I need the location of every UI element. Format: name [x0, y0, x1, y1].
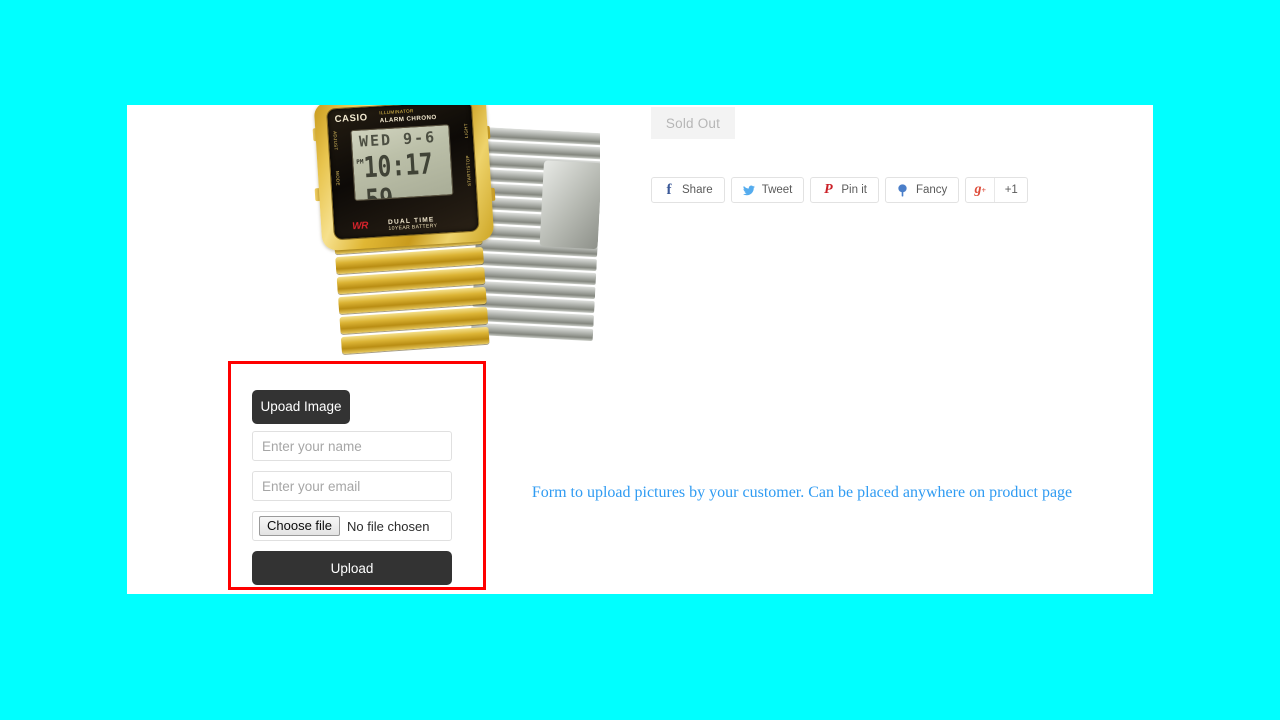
share-twitter-label: Tweet	[761, 184, 793, 196]
share-google-plus-button[interactable]: g + +1	[965, 177, 1029, 203]
share-pinterest-button[interactable]: P Pin it	[810, 177, 879, 203]
share-fancy-button[interactable]: Fancy	[884, 177, 960, 203]
upload-submit-button[interactable]: Upload	[252, 551, 452, 585]
watch-photo: CASIO ILLUMINATOR ALARM CHRONO WED 9-6 P…	[300, 105, 600, 357]
watch-lcd-date: WED 9-6	[358, 127, 437, 151]
watch-clasp	[539, 160, 600, 250]
watch-illuminator-label: ILLUMINATOR	[379, 108, 414, 116]
watch-mode-label: MODE	[334, 170, 341, 186]
share-facebook-button[interactable]: f Share	[651, 177, 725, 203]
share-facebook-label: Share	[682, 184, 713, 196]
upload-image-heading-button[interactable]: Upoad Image	[252, 390, 350, 424]
watch-brand-label: CASIO	[334, 112, 369, 126]
facebook-icon: f	[666, 181, 672, 198]
watch-bezel: CASIO ILLUMINATOR ALARM CHRONO WED 9-6 P…	[325, 105, 480, 241]
choose-file-button[interactable]: Choose file	[259, 516, 341, 536]
file-input-row[interactable]: Choose file No file chosen	[252, 511, 452, 541]
upload-form: Upoad Image Choose file No file chosen U…	[252, 390, 454, 585]
google-plus-count-label: +1	[1004, 184, 1018, 196]
google-plus-superscript: +	[981, 185, 987, 195]
sold-out-button[interactable]: Sold Out	[651, 107, 735, 139]
watch-silver-bracelet	[470, 126, 600, 349]
watch-light-label: LIGHT	[463, 122, 470, 139]
watch-lcd-display: WED 9-6 PM 10:17 59	[350, 124, 454, 202]
email-input[interactable]	[252, 471, 452, 501]
watch-case: CASIO ILLUMINATOR ALARM CHRONO WED 9-6 P…	[313, 105, 495, 252]
annotation-caption: Form to upload pictures by your customer…	[531, 484, 1073, 501]
watch-bezel-bottom: WR DUAL TIME 10YEAR BATTERY	[334, 213, 479, 238]
upload-form-highlight-box: Upoad Image Choose file No file chosen U…	[228, 361, 486, 590]
fancy-icon	[897, 183, 909, 197]
file-status-text: No file chosen	[347, 518, 430, 534]
share-twitter-button[interactable]: Tweet	[730, 177, 805, 203]
share-fancy-label: Fancy	[915, 184, 948, 196]
google-plus-glyph: g	[974, 182, 982, 197]
social-share-row: f Share Tweet P Pin it Fancy g + +1	[651, 177, 1029, 203]
google-plus-icon: g +	[966, 178, 994, 202]
name-input[interactable]	[252, 431, 452, 461]
watch-alarm-chrono-label: ALARM CHRONO	[379, 113, 437, 125]
share-pinterest-label: Pin it	[841, 184, 867, 196]
product-image[interactable]: CASIO ILLUMINATOR ALARM CHRONO WED 9-6 P…	[300, 105, 600, 357]
watch-wr-label: WR	[351, 220, 369, 233]
pinterest-icon: P	[824, 182, 833, 197]
watch-start-stop-label: START/STOP	[465, 154, 472, 187]
watch-lcd-time: 10:17 59	[362, 148, 434, 202]
twitter-icon	[742, 183, 755, 197]
watch-adjust-label: ADJUST	[332, 130, 339, 151]
